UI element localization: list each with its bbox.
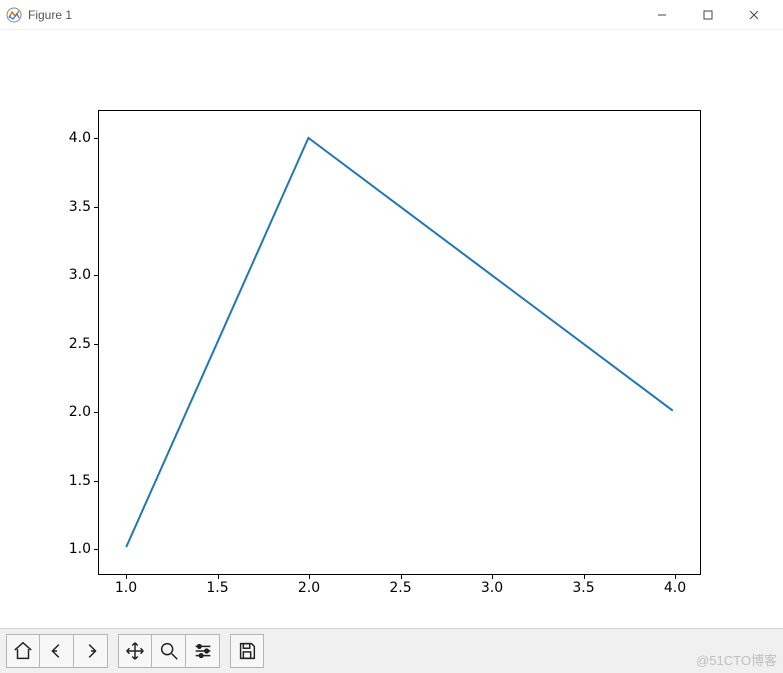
chart-line [99, 111, 700, 574]
configure-subplots-button[interactable] [186, 634, 220, 668]
window-title: Figure 1 [28, 8, 72, 22]
chart-axes: 1.01.52.02.53.03.54.01.01.52.02.53.03.54… [98, 110, 701, 575]
y-tick-mark [94, 344, 99, 345]
y-tick-mark [94, 138, 99, 139]
y-tick-mark [94, 412, 99, 413]
matplotlib-toolbar: @51CTO博客 [0, 628, 783, 673]
home-button[interactable] [6, 634, 40, 668]
window-titlebar: Figure 1 [0, 0, 783, 30]
pan-button[interactable] [118, 634, 152, 668]
maximize-button[interactable] [685, 0, 731, 30]
y-tick-mark [94, 481, 99, 482]
watermark: @51CTO博客 [696, 650, 777, 669]
plot-canvas: 1.01.52.02.53.03.54.01.01.52.02.53.03.54… [0, 30, 783, 628]
x-tick-mark [401, 574, 402, 579]
y-tick-mark [94, 207, 99, 208]
x-tick-mark [492, 574, 493, 579]
minimize-button[interactable] [639, 0, 685, 30]
data-line [126, 138, 673, 547]
x-tick-mark [218, 574, 219, 579]
x-tick-mark [126, 574, 127, 579]
x-tick-mark [309, 574, 310, 579]
y-tick-mark [94, 275, 99, 276]
save-button[interactable] [230, 634, 264, 668]
app-icon [6, 7, 22, 23]
x-tick-mark [675, 574, 676, 579]
y-tick-mark [94, 549, 99, 550]
x-tick-mark [584, 574, 585, 579]
close-button[interactable] [731, 0, 777, 30]
back-button[interactable] [40, 634, 74, 668]
forward-button[interactable] [74, 634, 108, 668]
zoom-button[interactable] [152, 634, 186, 668]
